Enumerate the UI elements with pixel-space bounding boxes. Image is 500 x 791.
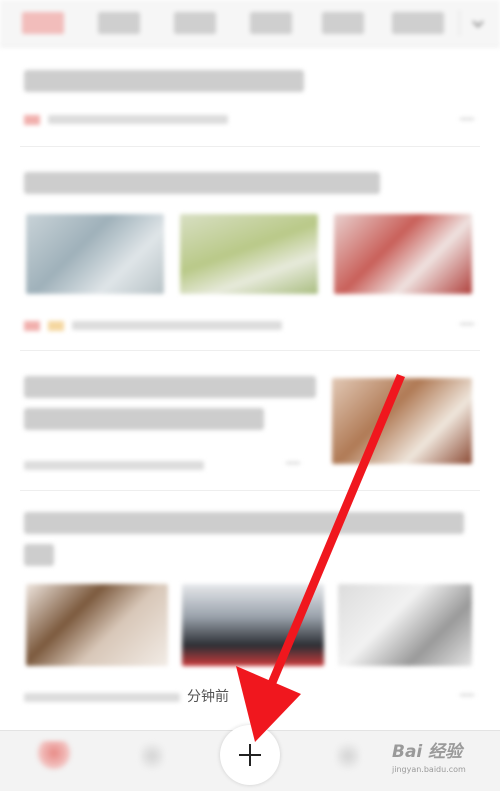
arrow-head <box>236 666 301 742</box>
watermark-title: Bai 经验 <box>392 742 463 762</box>
watermark-subtitle: jingyan.baidu.com <box>392 765 466 774</box>
annotation-arrow <box>236 374 405 742</box>
watermark-logo: Bai 经验 jingyan.baidu.com <box>378 735 496 785</box>
arrow-shaft <box>264 374 405 694</box>
